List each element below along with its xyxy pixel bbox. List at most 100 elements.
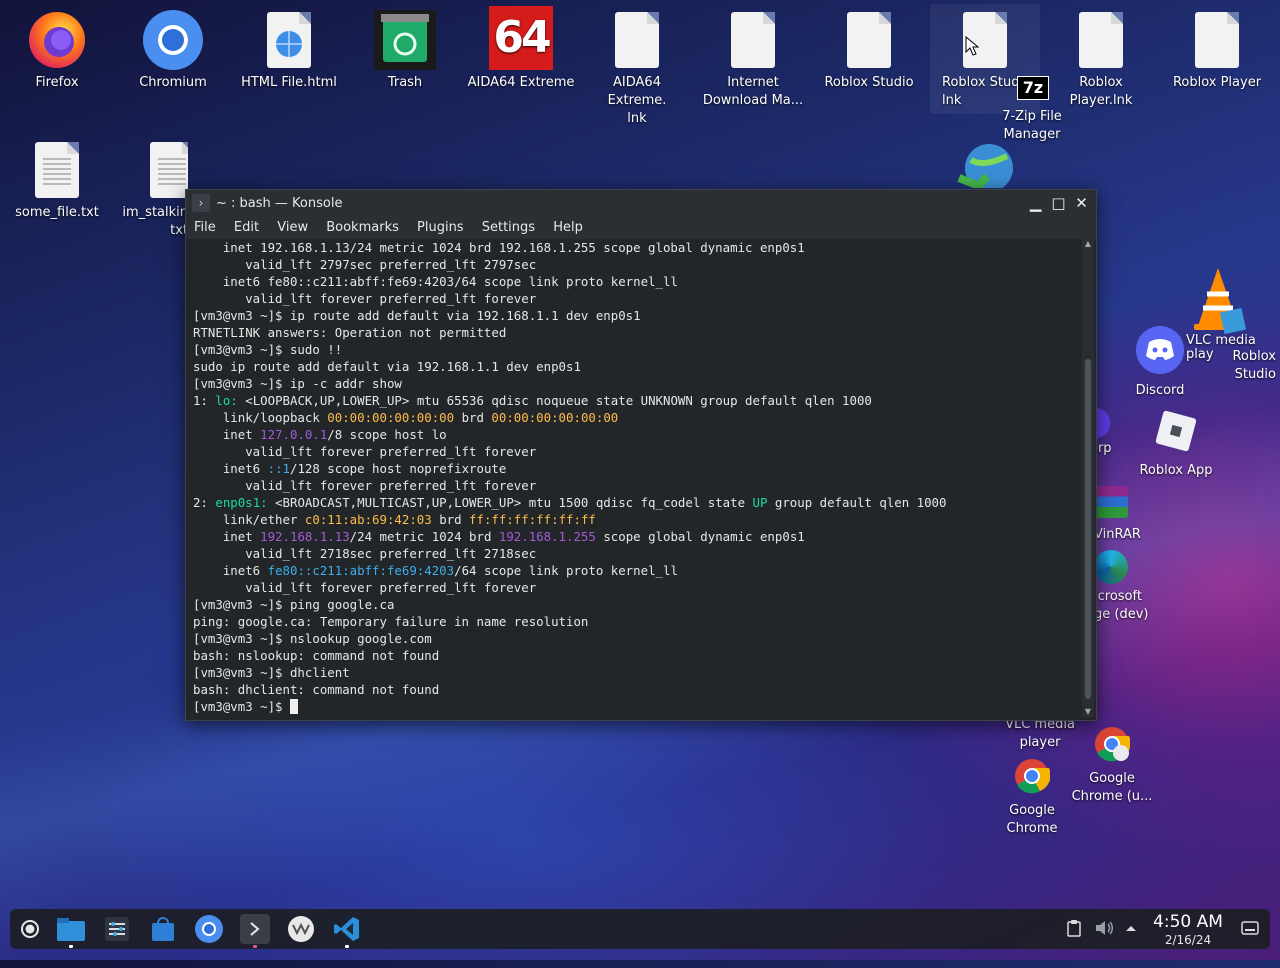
vscode-icon[interactable] (332, 914, 362, 948)
terminal-line: bash: dhclient: command not found (193, 681, 1079, 698)
desktop-icon-discord[interactable]: Discord (1105, 326, 1215, 400)
desktop-icon-microsoft-edge-dev[interactable]: icrosoft ge (dev) (1094, 550, 1164, 624)
roblox-app-icon (1151, 406, 1201, 456)
vmware-icon[interactable] (286, 914, 316, 944)
maximize-icon[interactable]: □ (1049, 194, 1068, 213)
terminal-text: [vm3@vm3 ~]$ ip -c addr show (193, 376, 402, 391)
desktop-icon-roblox-player[interactable]: Roblox Player (1162, 6, 1272, 92)
terminal-text: /128 scope host noprefixroute (290, 461, 507, 476)
clipboard-icon[interactable] (1066, 919, 1082, 942)
desktop-icon-aida64[interactable]: 64 AIDA64 Extreme (466, 6, 576, 92)
desktop-icon-chromium[interactable]: Chromium (118, 6, 228, 92)
terminal-text: 1: (193, 393, 216, 408)
terminal-text: <LOOPBACK,UP,LOWER_UP> mtu 65536 qdisc n… (237, 393, 872, 408)
terminal-line: 1: lo: <LOOPBACK,UP,LOWER_UP> mtu 65536 … (193, 392, 1079, 409)
desktop-icon-aida64-lnk[interactable]: AIDA64 Extreme. lnk (582, 6, 692, 128)
desktop-icon-roblox-app[interactable]: Roblox App (1121, 406, 1231, 480)
terminal-text: [vm3@vm3 ~]$ (193, 699, 290, 714)
terminal-text: brd (431, 512, 470, 527)
konsole-window[interactable]: › ~ : bash — Konsole ▁ □ ✕ File Edit Vie… (185, 189, 1097, 721)
terminal-scrollbar[interactable]: ▲ ▼ (1082, 239, 1094, 717)
desktop-icon-roblox-studio[interactable]: Roblox Studio (814, 6, 924, 92)
show-desktop-icon[interactable] (1240, 919, 1260, 942)
menu-bookmarks[interactable]: Bookmarks (326, 220, 399, 235)
terminal-text: bash: nslookup: command not found (193, 648, 440, 663)
desktop-icon-trash[interactable]: Trash (350, 6, 460, 92)
terminal-line: [vm3@vm3 ~]$ ip -c addr show (193, 375, 1079, 392)
file-icon (1185, 6, 1249, 70)
text-file-icon (140, 136, 188, 200)
menu-file[interactable]: File (194, 220, 216, 235)
file-icon (1069, 6, 1133, 70)
application-launcher-icon[interactable] (15, 914, 45, 944)
terminal-text: [vm3@vm3 ~]$ dhclient (193, 665, 350, 680)
desktop-icon-winrar[interactable]: VinRAR (1094, 486, 1154, 544)
desktop-icon-google-chrome-user[interactable]: Google Chrome (u... (1057, 726, 1167, 806)
volume-icon[interactable] (1094, 919, 1114, 942)
terminal-text: valid_lft 2797sec preferred_lft 2797sec (193, 257, 537, 272)
desktop-icon-html-file[interactable]: HTML File.html (234, 6, 344, 92)
terminal-text: inet6 (193, 461, 268, 476)
scroll-down-icon[interactable]: ▼ (1082, 707, 1094, 717)
taskbar: 4:50 AM 2/16/24 (10, 909, 1270, 949)
tray-expand-icon[interactable] (1124, 919, 1138, 942)
winrar-icon (1094, 486, 1128, 518)
terminal-text: valid_lft forever preferred_lft forever (193, 444, 537, 459)
menu-view[interactable]: View (277, 220, 308, 235)
terminal-line: valid_lft forever preferred_lft forever (193, 579, 1079, 596)
desktop-icon-7zip[interactable]: 7z 7-Zip File Manager (977, 76, 1087, 144)
terminal-line: [vm3@vm3 ~]$ (193, 698, 1079, 715)
konsole-icon[interactable] (240, 914, 270, 948)
terminal-line: valid_lft forever preferred_lft forever (193, 443, 1079, 460)
desktop-icon-internet-download-manager[interactable]: Internet Download Ma... (698, 6, 808, 110)
terminal-text: bash: dhclient: command not found (193, 682, 440, 697)
terminal-text: valid_lft forever preferred_lft forever (193, 580, 537, 595)
minimize-icon[interactable]: ▁ (1026, 194, 1045, 213)
menu-plugins[interactable]: Plugins (417, 220, 464, 235)
menu-help[interactable]: Help (553, 220, 583, 235)
terminal-text: inet (193, 529, 261, 544)
terminal-line: valid_lft forever preferred_lft forever (193, 290, 1079, 307)
desktop-icon-im-stalkin[interactable]: im_stalkin txt (118, 136, 188, 240)
close-icon[interactable]: ✕ (1072, 194, 1091, 213)
terminal-output[interactable]: inet 192.168.1.13/24 metric 1024 brd 192… (186, 239, 1079, 719)
desktop-icon-firefox[interactable]: Firefox (2, 6, 112, 92)
terminal-line: sudo ip route add default via 192.168.1.… (193, 358, 1079, 375)
settings-icon[interactable] (102, 914, 132, 944)
menu-edit[interactable]: Edit (234, 220, 259, 235)
terminal-text: 00:00:00:00:00:00 (491, 410, 619, 425)
file-manager-icon[interactable] (56, 914, 86, 948)
terminal-text: [vm3@vm3 ~]$ sudo !! (193, 342, 343, 357)
terminal-text: ff:ff:ff:ff:ff:ff (469, 512, 596, 527)
konsole-app-icon[interactable]: › (192, 194, 210, 212)
terminal-text: 2: (193, 495, 216, 510)
menu-settings[interactable]: Settings (482, 220, 535, 235)
scroll-up-icon[interactable]: ▲ (1082, 239, 1094, 249)
terminal-line: inet 127.0.0.1/8 scope host lo (193, 426, 1079, 443)
terminal-text: valid_lft 2718sec preferred_lft 2718sec (193, 546, 537, 561)
firefox-icon (25, 6, 89, 70)
terminal-text: [vm3@vm3 ~]$ nslookup google.com (193, 631, 432, 646)
clock-time: 4:50 AM (1153, 912, 1223, 932)
terminal-line: inet6 ::1/128 scope host noprefixroute (193, 460, 1079, 477)
terminal-line: link/loopback 00:00:00:00:00:00 brd 00:0… (193, 409, 1079, 426)
desktop-icon-some-file[interactable]: some_file.txt (2, 136, 112, 222)
terminal-text: /64 scope link proto kernel_ll (454, 563, 678, 578)
terminal-line: bash: nslookup: command not found (193, 647, 1079, 664)
scrollbar-thumb[interactable] (1085, 359, 1091, 699)
desktop-icon-roblox-studio-2[interactable]: Roblox Studio (1206, 348, 1276, 384)
terminal-line: [vm3@vm3 ~]$ dhclient (193, 664, 1079, 681)
discover-store-icon[interactable] (148, 914, 178, 944)
chromium-icon[interactable] (194, 914, 224, 944)
text-file-icon (25, 136, 89, 200)
terminal-line: 2: enp0s1: <BROADCAST,MULTICAST,UP,LOWER… (193, 494, 1079, 511)
terminal-text: /24 metric 1024 brd (349, 529, 499, 544)
terminal-text: c0:11:ab:69:42:03 (304, 512, 432, 527)
digital-clock[interactable]: 4:50 AM 2/16/24 (1150, 911, 1226, 947)
discord-icon (1136, 326, 1184, 374)
terminal-text: ::1 (267, 461, 290, 476)
terminal-line: inet 192.168.1.13/24 metric 1024 brd 192… (193, 528, 1079, 545)
file-icon (953, 6, 1017, 70)
window-titlebar[interactable]: › ~ : bash — Konsole ▁ □ ✕ (186, 190, 1096, 217)
terminal-line: inet6 fe80::c211:abff:fe69:4203/64 scope… (193, 562, 1079, 579)
